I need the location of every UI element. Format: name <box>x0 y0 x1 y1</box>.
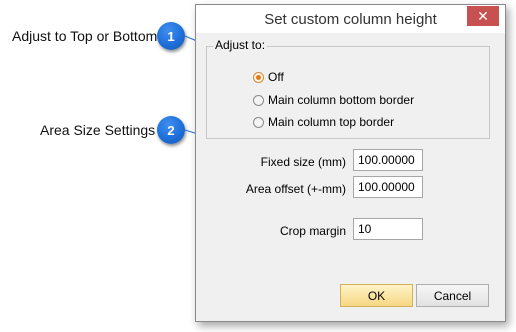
radio-label-top-border: Main column top border <box>268 115 395 129</box>
close-icon: ✕ <box>477 7 489 24</box>
radio-option-off[interactable]: Off <box>253 69 284 85</box>
callout-badge-1: 1 <box>157 22 185 50</box>
radio-button[interactable] <box>253 94 264 106</box>
area-offset-label: Area offset (+-mm) <box>245 182 346 196</box>
radio-button[interactable] <box>253 116 264 128</box>
callout-label-adjust: Adjust to Top or Bottom <box>12 28 158 44</box>
crop-margin-label: Crop margin <box>279 224 346 238</box>
radio-label-bottom-border: Main column bottom border <box>268 93 415 107</box>
ok-button[interactable]: OK <box>340 284 413 307</box>
area-offset-input[interactable] <box>353 176 423 198</box>
radio-option-bottom-border[interactable]: Main column bottom border <box>253 92 414 108</box>
fixed-size-input[interactable] <box>353 149 423 171</box>
cancel-button[interactable]: Cancel <box>416 284 489 307</box>
custom-column-height-dialog: Set custom column height ✕ Adjust to: Of… <box>195 4 506 322</box>
callout-badge-2: 2 <box>157 116 185 144</box>
radio-button-checked[interactable] <box>253 71 264 83</box>
callout-label-area-size: Area Size Settings <box>40 122 156 138</box>
close-button[interactable]: ✕ <box>467 6 499 26</box>
crop-margin-input[interactable] <box>353 218 423 240</box>
adjust-to-label: Adjust to: <box>213 38 268 52</box>
dialog-title: Set custom column height <box>264 11 437 28</box>
radio-option-top-border[interactable]: Main column top border <box>253 114 394 130</box>
dialog-titlebar[interactable]: Set custom column height ✕ <box>196 5 505 33</box>
fixed-size-label: Fixed size (mm) <box>260 155 346 169</box>
radio-label-off: Off <box>268 70 284 84</box>
